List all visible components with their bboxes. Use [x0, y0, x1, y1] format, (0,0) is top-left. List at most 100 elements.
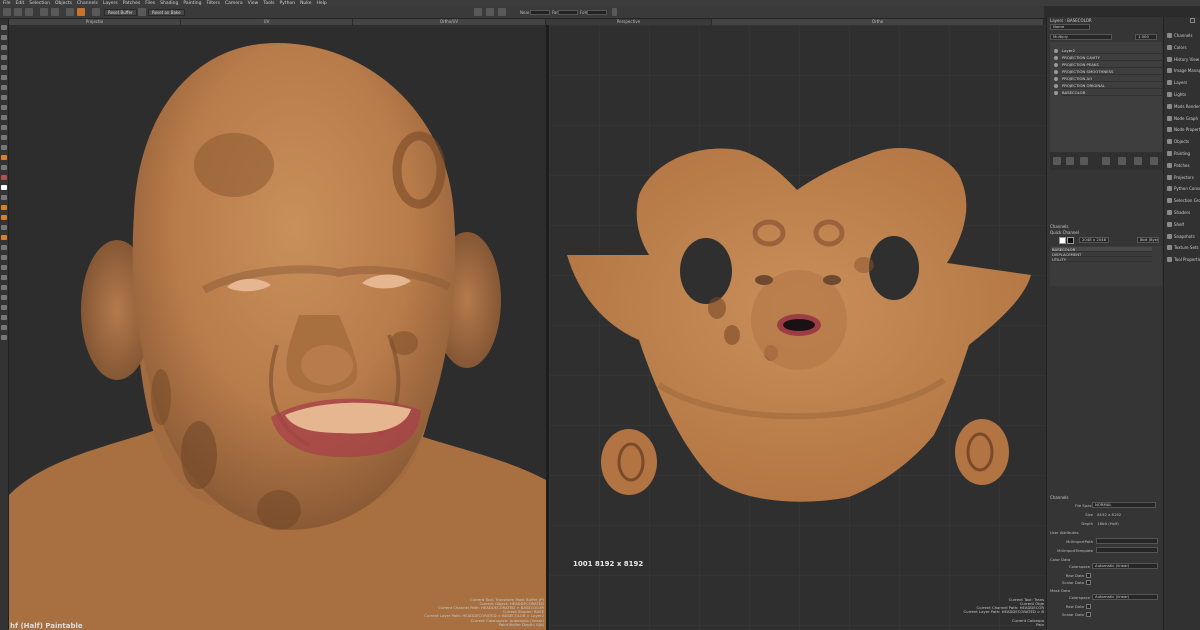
tool-icon[interactable]	[1, 265, 7, 270]
color-swatch-black[interactable]	[1067, 237, 1074, 244]
reset-buffer-button[interactable]: Reset Buffer	[104, 9, 137, 16]
sidebar-item[interactable]: Channels	[1166, 31, 1200, 41]
sidebar-item[interactable]: Node Graph	[1166, 114, 1200, 124]
tool-icon[interactable]	[1, 95, 7, 100]
slider-handle-icon[interactable]	[612, 8, 617, 16]
tool-icon[interactable]	[1, 75, 7, 80]
group-icon[interactable]	[1118, 157, 1126, 165]
channel-size-select[interactable]: 2048 x 2048	[1079, 237, 1109, 243]
sidebar-item[interactable]: Patches	[1166, 161, 1200, 171]
layer-row[interactable]: BASECOLOR	[1054, 90, 1173, 96]
sidebar-item[interactable]: Projectors	[1166, 173, 1200, 183]
tool-icon[interactable]	[1, 215, 7, 220]
scalar-data-checkbox[interactable]	[1086, 580, 1091, 585]
tool-icon[interactable]	[1, 335, 7, 340]
near-field[interactable]	[530, 10, 550, 15]
color-data-section[interactable]: Color Data	[1050, 556, 1160, 563]
redo-icon[interactable]	[51, 8, 59, 16]
menu-item[interactable]: Tools	[263, 1, 274, 6]
camera-lens-icon[interactable]	[498, 8, 506, 16]
colorspace-select[interactable]: Automatic (linear)	[1092, 563, 1158, 569]
sidebar-item[interactable]: Snapshots	[1166, 232, 1200, 242]
uv-viewport[interactable]: 1001 8192 x 8192 Current Tool: Trans Cur…	[549, 25, 1046, 630]
open-file-icon[interactable]	[14, 8, 22, 16]
mr-import-path-field[interactable]	[1096, 538, 1158, 544]
view-icon[interactable]	[486, 8, 494, 16]
eye-icon[interactable]	[1054, 56, 1058, 60]
sidebar-item[interactable]: Selection Groups	[1166, 196, 1200, 206]
sidebar-item[interactable]: Colors	[1166, 43, 1200, 53]
tool-icon[interactable]	[1, 225, 7, 230]
camera-icon[interactable]	[66, 8, 74, 16]
menu-item[interactable]: Filters	[207, 1, 221, 6]
mask-data-section[interactable]: Mask Data	[1050, 587, 1160, 594]
mr-import-template-field[interactable]	[1096, 547, 1158, 553]
channel-depth-select[interactable]: 8bit (Byte)	[1137, 237, 1159, 243]
tool-icon[interactable]	[1, 275, 7, 280]
menu-item[interactable]: Painting	[183, 1, 201, 6]
tool-icon[interactable]	[1, 105, 7, 110]
tool-icon[interactable]	[1, 65, 7, 70]
menu-item[interactable]: Channels	[77, 1, 98, 6]
menu-item[interactable]: Layers	[103, 1, 118, 6]
menu-item[interactable]: Help	[317, 1, 327, 6]
menu-item[interactable]: Selection	[29, 1, 50, 6]
eye-icon[interactable]	[1054, 70, 1058, 74]
tool-icon[interactable]	[1, 195, 7, 200]
tool-icon[interactable]	[1, 185, 7, 190]
menu-item[interactable]: View	[248, 1, 259, 6]
menu-item[interactable]: Patches	[123, 1, 140, 6]
paint-hand-icon[interactable]	[77, 8, 85, 16]
eye-icon[interactable]	[1054, 84, 1058, 88]
mask-scalar-data-checkbox[interactable]	[1086, 612, 1091, 617]
sidebar-item[interactable]: Painting	[1166, 149, 1200, 159]
tool-icon[interactable]	[1, 155, 7, 160]
eye-icon[interactable]	[1054, 91, 1058, 95]
add-layer-icon[interactable]	[1053, 157, 1061, 165]
tool-icon[interactable]	[1, 325, 7, 330]
layer-filter-field[interactable]: Name	[1050, 24, 1090, 30]
tool-icon[interactable]	[1, 295, 7, 300]
menu-item[interactable]: Shading	[160, 1, 178, 6]
tool-icon[interactable]	[1, 255, 7, 260]
menu-item[interactable]: Edit	[16, 1, 25, 6]
tool-icon[interactable]	[1, 125, 7, 130]
buffer-icon[interactable]	[92, 8, 100, 16]
tool-icon[interactable]	[1, 315, 7, 320]
adjust-layer-icon[interactable]	[1066, 157, 1074, 165]
tool-icon[interactable]	[1, 235, 7, 240]
far-field[interactable]	[558, 10, 578, 15]
tool-icon[interactable]	[1, 25, 7, 30]
tool-icon[interactable]	[1, 135, 7, 140]
tool-icon[interactable]	[1, 175, 7, 180]
menu-item[interactable]: Objects	[55, 1, 72, 6]
bake-icon[interactable]	[138, 8, 146, 16]
menu-item[interactable]: Files	[145, 1, 155, 6]
tool-icon[interactable]	[1, 85, 7, 90]
tool-icon[interactable]	[1, 45, 7, 50]
blend-mode-select[interactable]: Multiply	[1050, 34, 1112, 40]
file-space-select[interactable]: NORMAL	[1092, 502, 1156, 508]
layer-row[interactable]: PROJECTION AO	[1054, 76, 1173, 82]
new-file-icon[interactable]	[3, 8, 11, 16]
eye-icon[interactable]	[1054, 63, 1058, 67]
share-icon[interactable]	[1134, 157, 1142, 165]
raw-data-checkbox[interactable]	[1086, 573, 1091, 578]
fov-field[interactable]	[587, 10, 607, 15]
color-swatch[interactable]	[1059, 237, 1066, 244]
menu-item[interactable]: Nuke	[300, 1, 311, 6]
sidebar-item[interactable]: Tool Properties	[1166, 255, 1200, 265]
eye-icon[interactable]	[1054, 77, 1058, 81]
sidebar-item[interactable]: Objects	[1166, 137, 1200, 147]
menu-item[interactable]: Python	[279, 1, 295, 6]
sidebar-item[interactable]: Shaders	[1166, 208, 1200, 218]
layer-row[interactable]: PROJECTION ORIGINAL	[1054, 83, 1173, 89]
window-close-icon[interactable]	[1190, 18, 1195, 23]
perspective-viewport[interactable]: Current Tool: Transform Paint Buffer (P)…	[9, 25, 546, 630]
layer-row[interactable]: PROJECTION CAVITY	[1054, 55, 1173, 61]
menu-item[interactable]: Camera	[225, 1, 243, 6]
channel-row[interactable]: UTILITY	[1052, 257, 1152, 262]
sidebar-item[interactable]: Lights	[1166, 90, 1200, 100]
tool-icon[interactable]	[1, 55, 7, 60]
undo-icon[interactable]	[40, 8, 48, 16]
